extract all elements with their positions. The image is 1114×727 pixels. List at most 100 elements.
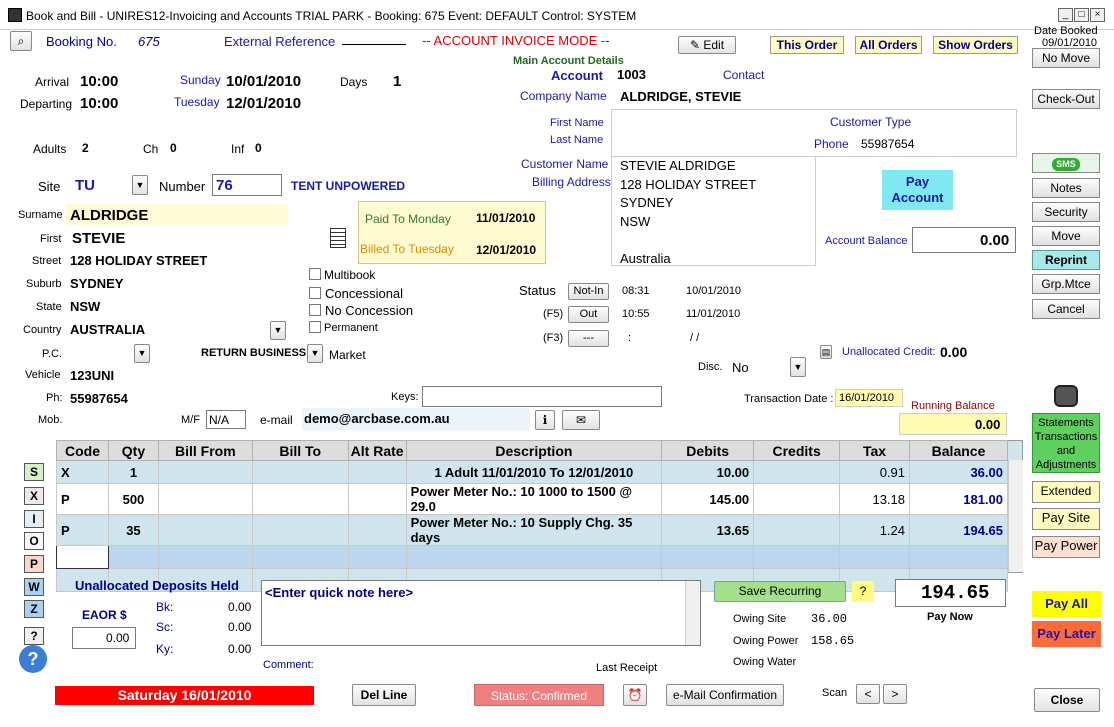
concessional-checkbox[interactable]	[309, 287, 321, 299]
code-p-button[interactable]: P	[24, 555, 44, 573]
departing-date[interactable]: 12/01/2010	[226, 95, 301, 112]
company-name[interactable]: ALDRIDGE, STEVIE	[620, 89, 741, 104]
col-header-description[interactable]: Description	[405, 440, 663, 461]
edit-button[interactable]: ✎ Edit	[678, 36, 736, 54]
departing-time[interactable]: 10:00	[80, 95, 118, 112]
code-i-button[interactable]: I	[24, 510, 44, 528]
external-reference-field[interactable]	[342, 44, 406, 45]
scan-prev-button[interactable]: <	[856, 684, 880, 704]
adults-value[interactable]: 2	[82, 141, 89, 155]
status-out-button[interactable]: Out	[568, 306, 609, 323]
list-icon[interactable]	[330, 228, 346, 248]
table-row[interactable]: P 35 Power Meter No.: 10 Supply Chg. 35 …	[56, 514, 1008, 546]
col-header-balance[interactable]: Balance	[909, 440, 1008, 461]
save-recurring-button[interactable]: Save Recurring	[714, 581, 846, 602]
security-button[interactable]: Security	[1032, 202, 1100, 222]
reprint-button[interactable]: Reprint	[1032, 250, 1100, 270]
no-move-button[interactable]: No Move	[1032, 48, 1100, 68]
code-x-button[interactable]: X	[24, 487, 44, 505]
pay-now-button[interactable]: Pay Now	[927, 611, 973, 623]
transaction-date[interactable]: 16/01/2010	[839, 392, 894, 404]
arrival-date[interactable]: 10/01/2010	[226, 73, 301, 90]
eaor-value[interactable]: 0.00	[106, 631, 129, 645]
close-button[interactable]: Close	[1034, 688, 1100, 712]
email-input[interactable]: demo@arcbase.com.au	[304, 411, 450, 426]
pay-all-button[interactable]: Pay All	[1032, 591, 1101, 617]
postcode-dropdown-button[interactable]: ▼	[134, 344, 150, 363]
account-phone[interactable]: 55987654	[861, 137, 914, 151]
infants-value[interactable]: 0	[255, 141, 262, 155]
state-input[interactable]: NSW	[70, 299, 100, 314]
grid-scrollbar[interactable]	[1008, 460, 1023, 572]
site-dropdown-button[interactable]: ▼	[132, 175, 148, 195]
pay-site-button[interactable]: Pay Site	[1032, 508, 1100, 530]
this-order-button[interactable]: This Order	[770, 36, 844, 54]
move-button[interactable]: Move	[1032, 226, 1100, 246]
code-help-button[interactable]: ?	[24, 627, 44, 645]
no-concession-checkbox[interactable]	[309, 304, 321, 316]
delete-line-button[interactable]: Del Line	[352, 684, 416, 706]
arrival-time[interactable]: 10:00	[80, 73, 118, 90]
status-not-in-button[interactable]: Not-In	[568, 283, 609, 300]
table-row[interactable]: X 1 1 Adult 11/01/2010 To 12/01/2010 10.…	[56, 460, 1008, 484]
pay-account-button[interactable]: Pay Account	[882, 170, 953, 210]
show-orders-button[interactable]: Show Orders	[933, 36, 1018, 54]
permanent-checkbox[interactable]	[309, 321, 321, 333]
statements-button[interactable]: Statements Transactions and Adjustments	[1032, 413, 1100, 473]
status-confirmed-button[interactable]: Status: Confirmed	[474, 684, 604, 706]
all-orders-button[interactable]: All Orders	[855, 36, 922, 54]
vehicle-input[interactable]: 123UNI	[70, 368, 114, 383]
credit-toggle-button[interactable]: ▤	[820, 345, 832, 359]
minimize-button[interactable]: _	[1058, 8, 1073, 22]
new-row-code-input[interactable]	[56, 545, 109, 569]
site-code[interactable]: TU	[75, 177, 95, 194]
recurring-help-button[interactable]: ?	[852, 581, 874, 602]
market-dropdown-button[interactable]: ▼	[307, 344, 323, 363]
code-w-button[interactable]: W	[24, 578, 44, 596]
help-icon[interactable]: ?	[19, 645, 47, 673]
maximize-button[interactable]: □	[1074, 8, 1089, 22]
close-window-button[interactable]: ×	[1090, 8, 1105, 22]
email-card-button[interactable]: ✉	[562, 410, 600, 430]
scan-next-button[interactable]: >	[883, 684, 907, 704]
col-header-tax[interactable]: Tax	[839, 440, 911, 461]
country-input[interactable]: AUSTRALIA	[70, 322, 145, 337]
group-maintenance-button[interactable]: Grp.Mtce	[1032, 274, 1100, 294]
email-confirmation-button[interactable]: e-Mail Confirmation	[666, 684, 784, 706]
col-header-alt-rate[interactable]: Alt Rate	[347, 440, 407, 461]
col-header-code[interactable]: Code	[56, 440, 109, 461]
col-header-qty[interactable]: Qty	[107, 440, 159, 461]
discount-value[interactable]: No	[732, 360, 749, 375]
note-scrollbar[interactable]	[685, 581, 700, 645]
code-o-button[interactable]: O	[24, 532, 44, 550]
info-button[interactable]: ℹ	[535, 410, 555, 430]
site-number-input[interactable]: 76	[216, 177, 233, 194]
table-row-new[interactable]	[56, 545, 1008, 569]
suburb-input[interactable]: SYDNEY	[70, 276, 123, 291]
col-header-bill-to[interactable]: Bill To	[251, 440, 349, 461]
children-value[interactable]: 0	[170, 141, 177, 155]
account-number[interactable]: 1003	[617, 67, 646, 82]
keys-input[interactable]	[422, 386, 662, 407]
sms-button[interactable]: SMS	[1032, 153, 1100, 173]
table-row[interactable]: P 500 Power Meter No.: 10 1000 to 1500 @…	[56, 483, 1008, 515]
surname-input[interactable]: ALDRIDGE	[70, 207, 148, 224]
first-name-input[interactable]: STEVIE	[72, 230, 125, 247]
pay-later-button[interactable]: Pay Later	[1032, 621, 1101, 647]
days-value[interactable]: 1	[393, 73, 401, 90]
extended-button[interactable]: Extended	[1032, 481, 1100, 503]
check-out-button[interactable]: Check-Out	[1032, 89, 1100, 109]
pay-power-button[interactable]: Pay Power	[1032, 536, 1100, 558]
status-blank-button[interactable]: ---	[568, 330, 609, 347]
notes-button[interactable]: Notes	[1032, 178, 1100, 198]
phone-input[interactable]: 55987654	[70, 391, 128, 406]
search-booking-button[interactable]: ⌕	[10, 31, 32, 51]
country-dropdown-button[interactable]: ▼	[270, 321, 286, 340]
col-header-credits[interactable]: Credits	[753, 440, 841, 461]
cancel-button[interactable]: Cancel	[1032, 299, 1100, 319]
discount-dropdown-button[interactable]: ▼	[790, 357, 806, 377]
col-header-debits[interactable]: Debits	[661, 440, 755, 461]
code-z-button[interactable]: Z	[24, 600, 44, 618]
alarm-clock-button[interactable]: ⏰	[623, 684, 647, 706]
code-s-button[interactable]: S	[24, 463, 44, 481]
